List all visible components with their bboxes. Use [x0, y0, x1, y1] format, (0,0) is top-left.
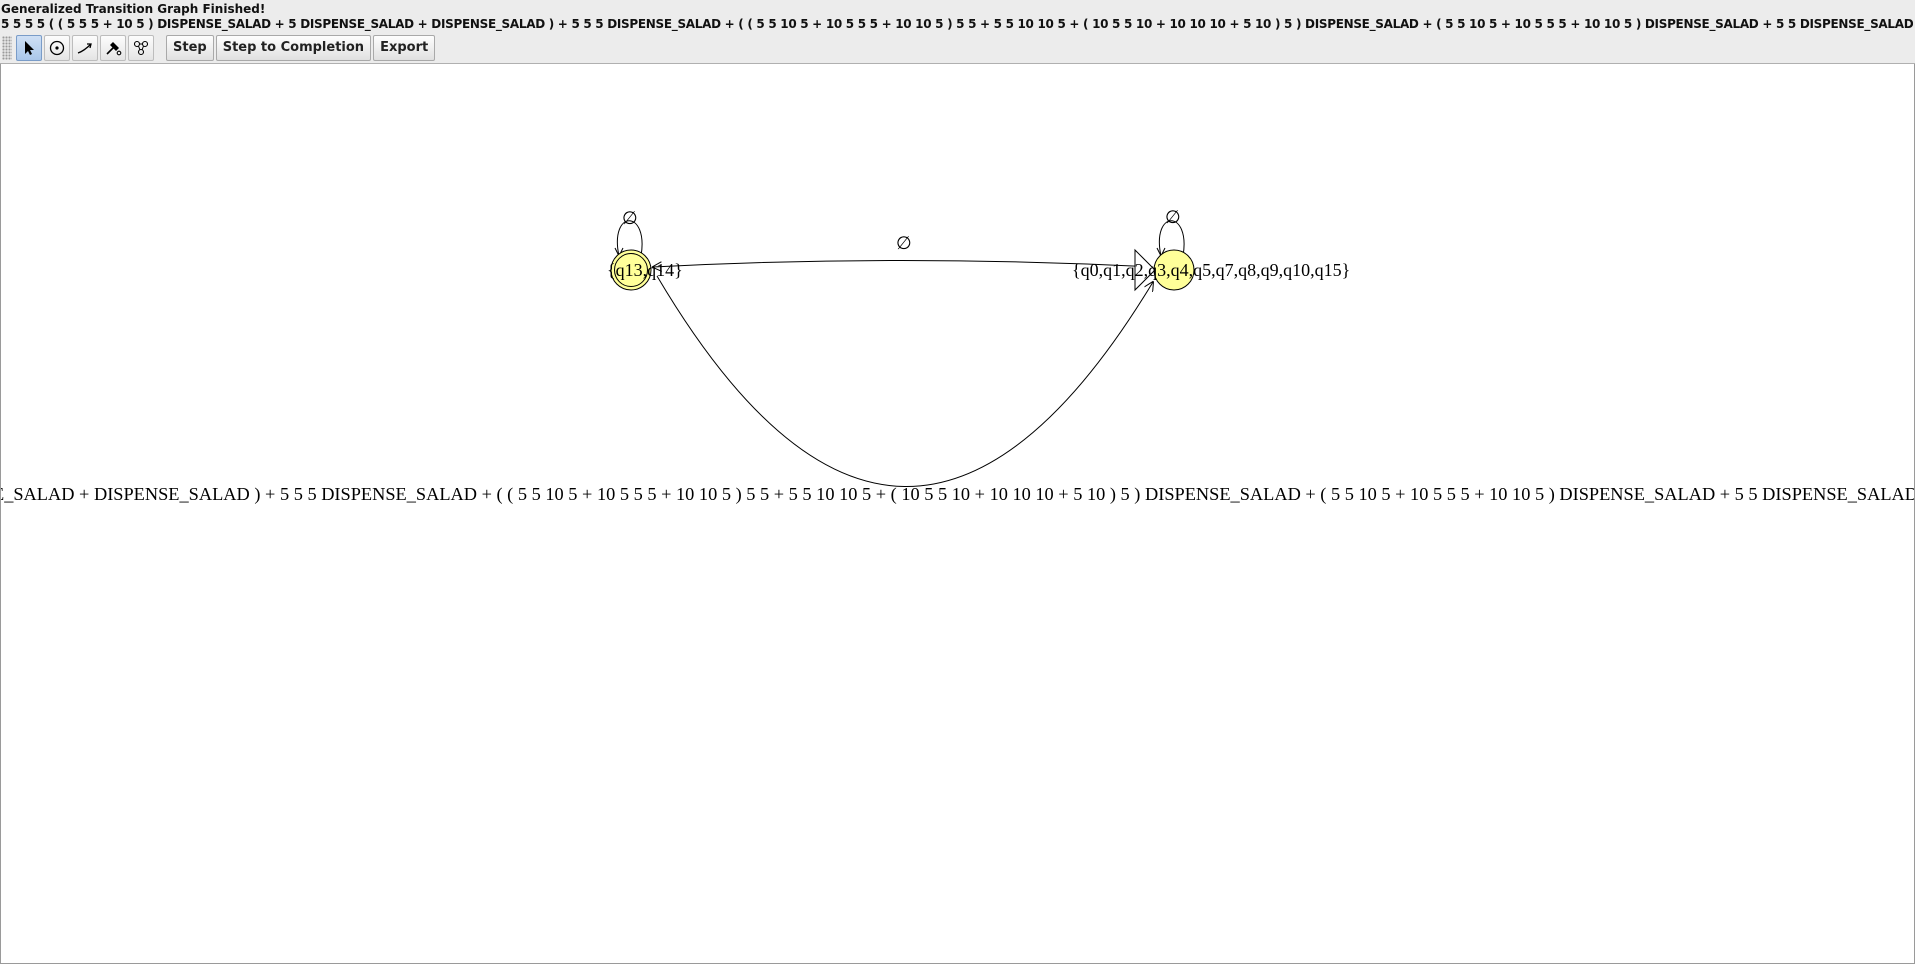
- state-1-label: {q13,q14}: [607, 260, 683, 280]
- step-to-completion-button[interactable]: Step to Completion: [215, 35, 372, 61]
- transition-creator-tool[interactable]: [72, 35, 98, 61]
- arrow-pointer-icon: [25, 41, 34, 55]
- state-2-label: {q0,q1,q2,q3,q4,q5,q7,q8,q9,q10,q15}: [1072, 260, 1350, 280]
- bottom-edge-label: E_SALAD + DISPENSE_SALAD ) + 5 5 5 DISPE…: [1, 484, 1914, 505]
- deleter-icon: [106, 42, 122, 56]
- step-button[interactable]: Step: [166, 35, 214, 61]
- export-button[interactable]: Export: [373, 35, 436, 61]
- regex-expression: 5 5 5 5 ( ( 5 5 5 + 10 5 ) DISPENSE_SALA…: [1, 17, 1913, 31]
- state-2[interactable]: {q0,q1,q2,q3,q4,q5,q7,q8,q9,q10,q15}: [1072, 248, 1350, 292]
- attribute-editor-tool[interactable]: [16, 35, 42, 61]
- graph-canvas[interactable]: {q13,q14} {q0,q1,q2,q3,q4,q5,q7,q8,q9,q1…: [0, 64, 1915, 964]
- state-creator-tool[interactable]: [44, 35, 70, 61]
- self-loop-1-label: ∅: [622, 208, 638, 228]
- header-area: Generalized Transition Graph Finished! 5…: [0, 0, 1915, 64]
- transition-graph: {q13,q14} {q0,q1,q2,q3,q4,q5,q7,q8,q9,q1…: [1, 207, 1914, 505]
- toolbar-grip[interactable]: [2, 36, 12, 60]
- toolbar: Step Step to Completion Export: [0, 33, 1915, 64]
- transition-bottom: [656, 275, 1153, 487]
- self-loop-2-label: ∅: [1165, 207, 1181, 227]
- collapse-icon: [133, 40, 149, 56]
- collapse-state-tool[interactable]: [128, 35, 154, 61]
- deleter-tool[interactable]: [100, 35, 126, 61]
- state-1[interactable]: {q13,q14}: [607, 249, 683, 291]
- state-circle-icon: [49, 40, 65, 56]
- status-message: Generalized Transition Graph Finished!: [1, 2, 266, 16]
- transition-arrow-icon: [77, 43, 92, 54]
- top-edge-label: ∅: [896, 233, 912, 253]
